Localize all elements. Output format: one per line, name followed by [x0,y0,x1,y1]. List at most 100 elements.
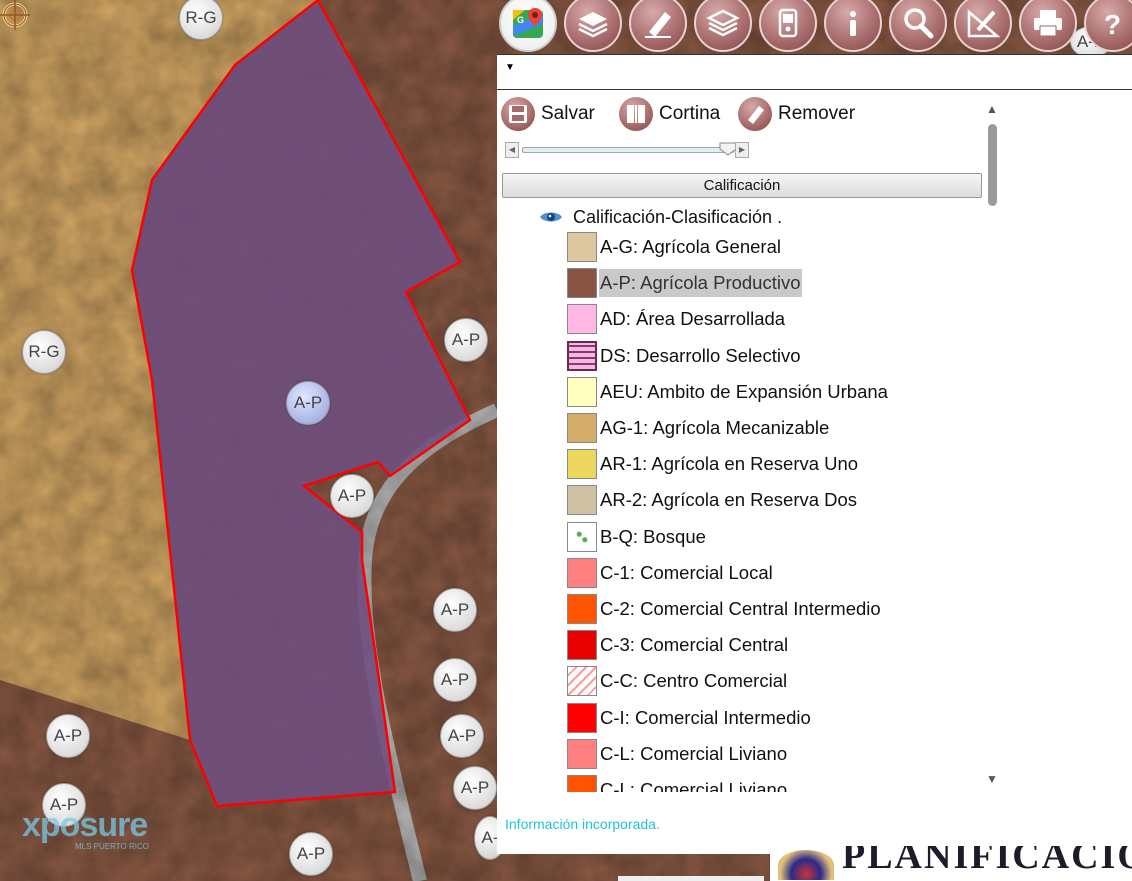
layer-tree-title[interactable]: Calificación-Clasificación . [539,206,782,228]
legend-panel: ▼ Salvar Cortina Remover ◀ ▶ Calificació… [497,54,1132,854]
zone-label-ap[interactable]: A-P [433,588,477,632]
eraser-icon [645,12,671,38]
zone-label-ap[interactable]: A-P [289,832,333,876]
zone-label-rg[interactable]: R-G [22,330,66,374]
legend-label: C-3: Comercial Central [600,634,789,656]
curtain-label: Cortina [659,103,721,124]
caret-down-icon[interactable]: ▼ [505,62,515,73]
gps-button[interactable] [759,0,817,52]
seal-icon [778,850,834,880]
google-maps-icon: G [513,8,543,38]
zone-label-ap[interactable]: A-P [46,714,90,758]
legend-label: C-L: Comercial Liviano [600,742,788,764]
zone-label-ap[interactable]: A-P [444,318,488,362]
save-button[interactable]: Salvar [501,96,595,132]
legend-swatch [567,304,597,335]
legend-item[interactable]: C-C: Centro Comercial [567,664,788,698]
legend-swatch [567,775,597,792]
legend-swatch [567,666,597,697]
legend-item[interactable]: A-P: Agrícola Productivo [567,266,802,300]
help-button[interactable]: ? [1084,0,1132,52]
legend-item[interactable]: C-1: Comercial Local [567,556,774,590]
legend-label: AR-1: Agrícola en Reserva Uno [600,453,859,475]
map-toolbar: G ? [497,0,1132,54]
print-icon [1034,10,1062,37]
eye-icon[interactable] [539,210,563,224]
legend-label: C-C: Centro Comercial [600,670,788,692]
watermark-logo: xposure [22,806,148,844]
curtain-button[interactable]: Cortina [619,96,720,132]
print-button[interactable] [1019,0,1077,52]
search-icon [904,8,934,39]
legend-swatch [567,232,597,262]
legend-label: AD: Área Desarrollada [600,308,786,330]
measure-icon [967,9,1000,38]
legend-scrollbar[interactable]: ▲ ▼ [984,102,1000,792]
legend-swatch [567,485,597,516]
erase-button[interactable] [629,0,687,52]
legend-swatch [567,702,597,733]
legend-swatch [567,413,597,443]
legend-label: C-2: Comercial Central Intermedio [600,598,881,619]
opacity-slider[interactable]: ◀ ▶ [505,142,749,158]
legend-item[interactable]: C-3: Comercial Central [567,628,789,662]
legend-item[interactable]: AD: Área Desarrollada [567,302,786,336]
legend-item[interactable]: C-2: Comercial Central Intermedio [567,592,882,626]
legend-item[interactable]: AR-2: Agrícola en Reserva Dos [567,483,858,517]
legend-swatch [567,630,597,661]
info-button[interactable] [824,0,882,52]
legend-item[interactable]: C-L: Comercial Liviano [567,737,788,771]
legend-swatch [567,268,597,299]
legend-swatch [567,594,597,624]
legend-label: AEU: Ambito de Expansión Urbana [600,380,888,402]
layer-stack-button[interactable] [694,0,752,52]
scroll-up-arrow-icon[interactable]: ▲ [986,102,998,116]
slider-track[interactable] [522,147,734,153]
scroll-down-arrow-icon[interactable]: ▼ [986,772,998,786]
panel-dropdown-bar[interactable]: ▼ [497,54,1132,90]
legend-item[interactable]: A-G: Agrícola General [567,230,782,264]
info-icon [850,11,856,36]
legend-swatch [567,376,597,407]
layers-icon [578,12,608,38]
legend-label: C-L: Comercial Liviano [600,779,788,792]
legend-label: C-I: Comercial Intermedio [600,706,811,728]
slider-right-arrow-icon[interactable]: ▶ [735,142,749,158]
zone-label-ap[interactable]: A-P [433,658,477,702]
legend-item[interactable]: AG-1: Agrícola Mecanizable [567,411,830,445]
layers-stack-icon [706,9,740,37]
agency-banner: PLANIFICACION [770,846,1132,881]
legend-item[interactable]: AEU: Ambito de Expansión Urbana [567,375,889,409]
legend-item[interactable]: C-I: Comercial Intermedio [567,701,812,735]
legend-label: A-P: Agrícola Productivo [599,269,802,298]
legend-label: C-1: Comercial Local [600,561,773,583]
legend-swatch [567,449,597,480]
layers-button[interactable] [564,0,622,52]
zone-label-ap[interactable]: A-P [440,714,484,758]
gps-device-icon [778,8,798,38]
layer-header-button[interactable]: Calificación [502,173,982,198]
legend-swatch [567,738,597,769]
scroll-thumb[interactable] [988,124,997,206]
legend-label: B-Q: Bosque [600,525,706,547]
search-button[interactable] [889,0,947,52]
remove-button[interactable]: Remover [738,96,855,132]
layer-tree-label: Calificación-Clasificación . [573,206,783,227]
zone-label-ap[interactable]: A-P [330,474,374,518]
legend-item[interactable]: AR-1: Agrícola en Reserva Uno [567,447,859,481]
bottom-strip [618,876,764,881]
zone-label-ap[interactable]: A-P [453,766,497,810]
google-maps-button[interactable]: G [499,0,557,52]
floppy-disk-icon [501,97,535,131]
slider-left-arrow-icon[interactable]: ◀ [505,142,519,158]
watermark-subtitle: MLS PUERTO RICO [75,842,149,851]
save-label: Salvar [541,103,595,124]
legend-item[interactable]: C-L: Comercial Liviano [567,773,788,792]
legend-item[interactable]: B-Q: Bosque [567,520,707,554]
zone-label-ap-selected[interactable]: A-P [286,381,330,425]
legend-label: DS: Desarrollo Selectivo [600,344,801,366]
measure-button[interactable] [954,0,1012,52]
legend-item[interactable]: DS: Desarrollo Selectivo [567,339,802,373]
legend-label: AR-2: Agrícola en Reserva Dos [600,489,858,511]
svg-text:?: ? [1104,9,1121,40]
